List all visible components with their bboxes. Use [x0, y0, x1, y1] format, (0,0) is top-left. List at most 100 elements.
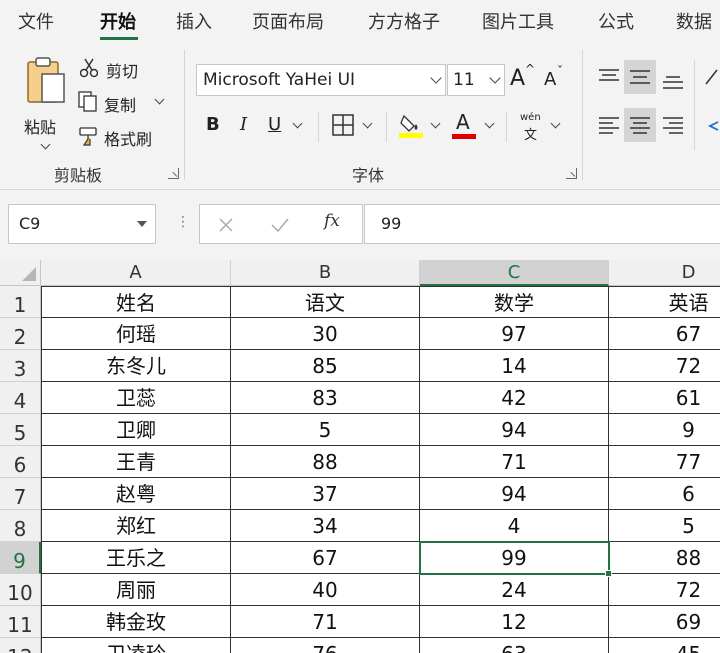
tab-picture-tools[interactable]: 图片工具: [482, 8, 554, 34]
cell-a2[interactable]: 何瑶: [41, 318, 231, 350]
paste-button[interactable]: 粘贴: [20, 54, 70, 154]
row-header-9[interactable]: 9: [0, 542, 41, 574]
underline-button[interactable]: U: [268, 114, 281, 135]
phonetic-guide-button[interactable]: wén 文: [518, 112, 548, 143]
cell-c11[interactable]: 12: [420, 606, 609, 638]
row-header-8[interactable]: 8: [0, 510, 41, 542]
italic-button[interactable]: I: [240, 114, 247, 135]
row-header-7[interactable]: 7: [0, 478, 41, 510]
cell-a3[interactable]: 东冬儿: [41, 350, 231, 382]
cell-c9[interactable]: 99: [420, 542, 609, 574]
cell-b6[interactable]: 88: [231, 446, 420, 478]
borders-dropdown-icon[interactable]: [362, 118, 373, 129]
cell-a7[interactable]: 赵粤: [41, 478, 231, 510]
row-header-3[interactable]: 3: [0, 350, 41, 382]
name-box[interactable]: C9: [8, 204, 156, 244]
cell-c5[interactable]: 94: [420, 414, 609, 446]
bottom-align-icon[interactable]: [662, 72, 684, 90]
column-header-b[interactable]: B: [231, 260, 420, 286]
orientation-icon[interactable]: [704, 66, 718, 86]
cell-a6[interactable]: 王青: [41, 446, 231, 478]
cell-b2[interactable]: 30: [231, 318, 420, 350]
cell-b3[interactable]: 85: [231, 350, 420, 382]
select-all-button[interactable]: [0, 260, 41, 286]
underline-dropdown-icon[interactable]: [292, 118, 303, 129]
row-header-2[interactable]: 2: [0, 318, 41, 350]
cell-c1[interactable]: 数学: [420, 286, 609, 318]
column-header-c[interactable]: C: [420, 260, 609, 286]
tab-data[interactable]: 数据: [676, 8, 712, 34]
cell-a1[interactable]: 姓名: [41, 286, 231, 318]
font-name-select[interactable]: Microsoft YaHei UI: [196, 64, 446, 96]
cell-a12[interactable]: 卫凌玲: [41, 638, 231, 653]
cell-b1[interactable]: 语文: [231, 286, 420, 318]
cell-a9[interactable]: 王乐之: [41, 542, 231, 574]
cell-d1[interactable]: 英语: [609, 286, 720, 318]
tab-formulas[interactable]: 公式: [598, 8, 634, 34]
cell-c3[interactable]: 14: [420, 350, 609, 382]
align-left-icon[interactable]: [598, 116, 620, 136]
format-painter-button[interactable]: 格式刷: [78, 124, 174, 150]
align-center-icon[interactable]: [629, 116, 651, 136]
insert-function-icon[interactable]: fx: [324, 211, 340, 231]
cell-d6[interactable]: 77: [609, 446, 720, 478]
formula-input[interactable]: 99: [364, 204, 720, 244]
cell-b11[interactable]: 71: [231, 606, 420, 638]
cell-a11[interactable]: 韩金玫: [41, 606, 231, 638]
font-size-select[interactable]: 11: [447, 64, 505, 96]
cell-d9[interactable]: 88: [609, 542, 720, 574]
phonetic-dropdown-icon[interactable]: [550, 118, 561, 129]
bold-button[interactable]: B: [206, 114, 220, 135]
row-header-5[interactable]: 5: [0, 414, 41, 446]
middle-align-icon[interactable]: [629, 68, 651, 86]
borders-icon[interactable]: [332, 114, 354, 136]
cell-b12[interactable]: 76: [231, 638, 420, 653]
cell-c12[interactable]: 63: [420, 638, 609, 653]
row-header-4[interactable]: 4: [0, 382, 41, 414]
name-box-dropdown-icon[interactable]: [137, 221, 147, 227]
tab-home[interactable]: 开始: [100, 8, 136, 34]
cell-c6[interactable]: 71: [420, 446, 609, 478]
row-header-1[interactable]: 1: [0, 286, 41, 318]
shrink-font-button[interactable]: A ˇ: [544, 64, 570, 94]
cell-b8[interactable]: 34: [231, 510, 420, 542]
tab-page-layout[interactable]: 页面布局: [252, 8, 324, 34]
cell-d7[interactable]: 6: [609, 478, 720, 510]
cell-d10[interactable]: 72: [609, 574, 720, 606]
cell-b10[interactable]: 40: [231, 574, 420, 606]
cut-button[interactable]: 剪切: [80, 56, 170, 82]
grow-font-button[interactable]: A ^: [510, 62, 536, 94]
cancel-icon[interactable]: [218, 217, 234, 233]
cell-d2[interactable]: 67: [609, 318, 720, 350]
cell-a10[interactable]: 周丽: [41, 574, 231, 606]
tab-file[interactable]: 文件: [18, 8, 54, 34]
enter-check-icon[interactable]: [270, 217, 290, 233]
fill-color-dropdown-icon[interactable]: [430, 118, 441, 129]
fill-color-icon[interactable]: [398, 112, 424, 138]
cell-b7[interactable]: 37: [231, 478, 420, 510]
row-header-10[interactable]: 10: [0, 574, 41, 606]
cell-d11[interactable]: 69: [609, 606, 720, 638]
cell-c2[interactable]: 97: [420, 318, 609, 350]
cell-d4[interactable]: 61: [609, 382, 720, 414]
cell-d5[interactable]: 9: [609, 414, 720, 446]
top-align-icon[interactable]: [598, 68, 620, 86]
cell-d12[interactable]: 45: [609, 638, 720, 653]
cell-c8[interactable]: 4: [420, 510, 609, 542]
decrease-indent-icon[interactable]: [706, 116, 720, 136]
paste-dropdown-icon[interactable]: [40, 139, 51, 150]
cell-d3[interactable]: 72: [609, 350, 720, 382]
cell-a5[interactable]: 卫卿: [41, 414, 231, 446]
font-dialog-launcher-icon[interactable]: [566, 168, 577, 179]
fill-handle[interactable]: [605, 570, 612, 577]
row-header-6[interactable]: 6: [0, 446, 41, 478]
cell-a4[interactable]: 卫蕊: [41, 382, 231, 414]
cell-b4[interactable]: 83: [231, 382, 420, 414]
tab-fangfang-grid[interactable]: 方方格子: [368, 8, 440, 34]
cell-b5[interactable]: 5: [231, 414, 420, 446]
align-right-icon[interactable]: [662, 116, 684, 136]
cell-a8[interactable]: 郑红: [41, 510, 231, 542]
cell-c7[interactable]: 94: [420, 478, 609, 510]
row-header-12[interactable]: 12: [0, 638, 41, 653]
cell-b9[interactable]: 67: [231, 542, 420, 574]
